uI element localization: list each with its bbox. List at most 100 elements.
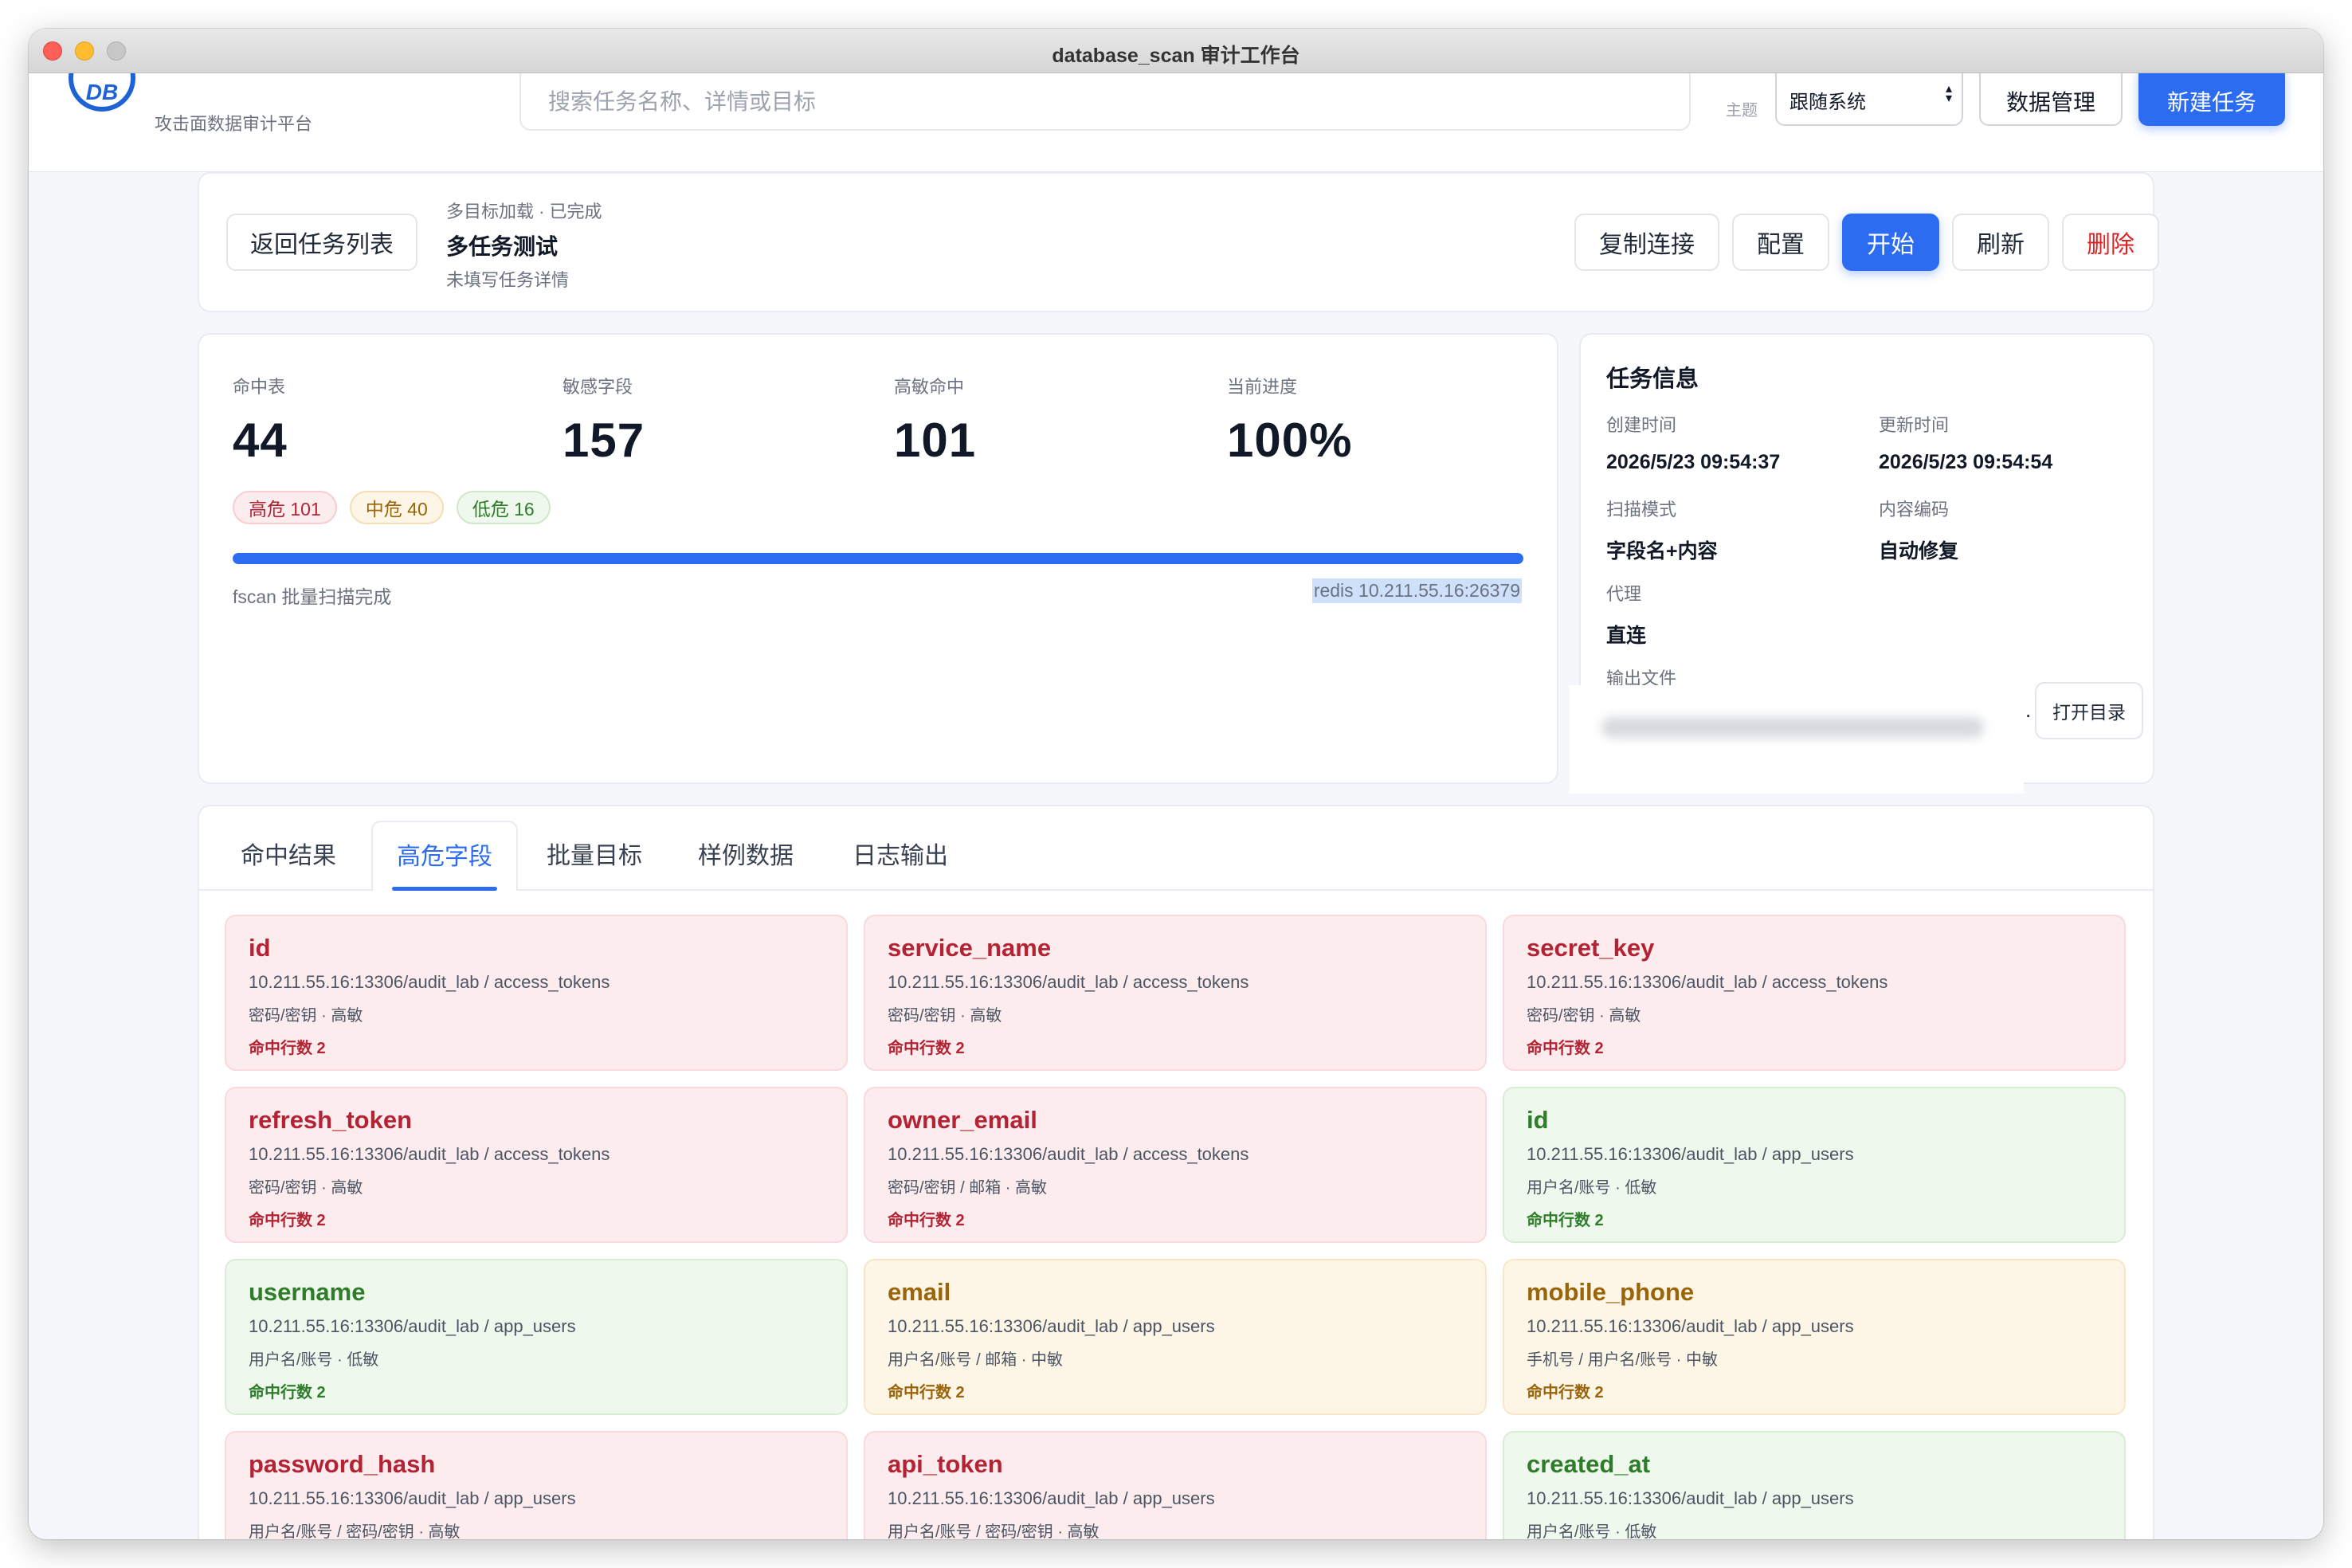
search-placeholder: 搜索任务名称、详情或目标 <box>548 89 817 114</box>
field-path: 10.211.55.16:13306/audit_lab / access_to… <box>888 1144 1249 1164</box>
field-path: 10.211.55.16:13306/audit_lab / app_users <box>1527 1488 1854 1508</box>
stat-label: 当前进度 <box>1227 377 1298 397</box>
refresh-button[interactable]: 刷新 <box>1952 214 2049 271</box>
stat-label: 高敏命中 <box>894 377 965 397</box>
tab-label: 高危字段 <box>397 844 492 870</box>
task-title: 多任务测试 <box>446 234 559 259</box>
field-type: 密码/密钥 / 邮箱 · 高敏 <box>888 1179 1047 1197</box>
field-type: 用户名/账号 · 低敏 <box>249 1351 379 1369</box>
new-task-button[interactable]: 新建任务 <box>2138 73 2285 126</box>
field-hit-count: 命中行数 2 <box>1527 1384 1604 1401</box>
stat-progress: 当前进度 100% <box>1227 373 1352 468</box>
field-path: 10.211.55.16:13306/audit_lab / access_to… <box>249 972 610 992</box>
output-file-path-redacted <box>1570 685 2024 794</box>
field-name: mobile_phone <box>1527 1278 1695 1306</box>
field-name: service_name <box>888 934 1052 962</box>
created-time-label: 创建时间 <box>1606 415 1677 435</box>
field-type: 密码/密钥 · 高敏 <box>888 1007 1002 1025</box>
field-card[interactable]: id 10.211.55.16:13306/audit_lab / access_… <box>225 915 848 1071</box>
created-time: 创建时间 2026/5/23 09:54:37 <box>1606 411 1780 474</box>
field-name: owner_email <box>888 1106 1037 1134</box>
scan-mode: 扫描模式 字段名+内容 <box>1606 496 1718 564</box>
field-name: refresh_token <box>249 1106 413 1134</box>
delete-button[interactable]: 删除 <box>2062 214 2159 271</box>
data-manage-button[interactable]: 数据管理 <box>1979 73 2123 126</box>
stat-label: 命中表 <box>233 377 286 397</box>
progress-current-target: redis 10.211.55.16:26379 <box>1311 578 1522 603</box>
proxy: 代理 直连 <box>1606 580 1646 649</box>
title-bar: database_scan 审计工作台 <box>29 29 2323 73</box>
field-name: id <box>1527 1106 1549 1134</box>
field-card[interactable]: created_at 10.211.55.16:13306/audit_lab /… <box>1503 1431 2126 1539</box>
low-risk-badge: 低危 16 <box>456 491 551 524</box>
config-button[interactable]: 配置 <box>1732 214 1829 271</box>
progress-bar <box>233 553 1523 564</box>
field-path: 10.211.55.16:13306/audit_lab / access_to… <box>888 972 1249 992</box>
tab-hit-results[interactable]: 命中结果 <box>225 821 352 891</box>
proxy-value: 直连 <box>1606 625 1647 647</box>
field-hit-count: 命中行数 2 <box>888 1212 965 1229</box>
select-arrows-icon: ▴ ▾ <box>1945 82 1952 105</box>
field-card[interactable]: service_name 10.211.55.16:13306/audit_lab… <box>864 915 1487 1071</box>
copy-connection-button[interactable]: 复制连接 <box>1574 214 1719 271</box>
results-tabs: 命中结果 高危字段 批量目标 样例数据 日志输出 <box>199 806 2153 891</box>
field-hit-count: 命中行数 2 <box>249 1040 326 1057</box>
field-card[interactable]: owner_email 10.211.55.16:13306/audit_lab … <box>864 1087 1487 1243</box>
field-name: api_token <box>888 1450 1003 1478</box>
app-window: database_scan 审计工作台 DB 攻击面数据审计平台 搜索任务名称、… <box>29 29 2323 1539</box>
tab-high-risk-fields[interactable]: 高危字段 <box>371 821 518 891</box>
field-path: 10.211.55.16:13306/audit_lab / app_users <box>1527 1144 1854 1164</box>
stats-card: 命中表 44 敏感字段 157 高敏命中 101 当前进度 100% 高危 10… <box>198 333 1558 784</box>
field-card[interactable]: username 10.211.55.16:13306/audit_lab / a… <box>225 1259 848 1415</box>
field-hit-count: 命中行数 2 <box>888 1040 965 1057</box>
start-button[interactable]: 开始 <box>1842 214 1939 271</box>
results-card: 命中结果 高危字段 批量目标 样例数据 日志输出 id 10.211.55.16:… <box>198 805 2154 1539</box>
updated-time: 更新时间 2026/5/23 09:54:54 <box>1879 411 2052 474</box>
task-info-card: 任务信息 创建时间 2026/5/23 09:54:37 更新时间 2026/5… <box>1570 333 2154 794</box>
task-info-title: 任务信息 <box>1606 367 1699 392</box>
field-path: 10.211.55.16:13306/audit_lab / app_users <box>249 1316 576 1336</box>
task-header-card: 返回任务列表 多目标加载 · 已完成 多任务测试 未填写任务详情 复制连接 配置… <box>198 172 2159 312</box>
top-bar: DB 攻击面数据审计平台 搜索任务名称、详情或目标 主题 跟随系统 ▴ ▾ 数据管… <box>29 73 2323 172</box>
field-card[interactable]: refresh_token 10.211.55.16:13306/audit_la… <box>225 1087 848 1243</box>
search-input[interactable]: 搜索任务名称、详情或目标 <box>519 73 1691 131</box>
field-card[interactable]: email 10.211.55.16:13306/audit_lab / app_… <box>864 1259 1487 1415</box>
field-type: 用户名/账号 · 低敏 <box>1527 1179 1657 1197</box>
risk-badges: 高危 101 中危 40 低危 16 <box>233 491 551 524</box>
progress-bar-fill <box>233 553 1523 564</box>
field-path: 10.211.55.16:13306/audit_lab / app_users <box>1527 1316 1854 1336</box>
field-card[interactable]: mobile_phone 10.211.55.16:13306/audit_lab… <box>1503 1259 2126 1415</box>
theme-select[interactable]: 跟随系统 ▴ ▾ <box>1775 73 1963 126</box>
created-time-value: 2026/5/23 09:54:37 <box>1606 451 1781 473</box>
field-card[interactable]: api_token 10.211.55.16:13306/audit_lab / … <box>864 1431 1487 1539</box>
back-to-tasks-button[interactable]: 返回任务列表 <box>226 214 417 271</box>
field-card[interactable]: password_hash 10.211.55.16:13306/audit_la… <box>225 1431 848 1539</box>
high-risk-badge: 高危 101 <box>233 491 337 524</box>
field-type: 用户名/账号 / 密码/密钥 · 高敏 <box>888 1523 1100 1539</box>
field-card[interactable]: id 10.211.55.16:13306/audit_lab / app_use… <box>1503 1087 2126 1243</box>
field-card[interactable]: secret_key 10.211.55.16:13306/audit_lab /… <box>1503 915 2126 1071</box>
stat-value: 44 <box>233 414 288 467</box>
active-tab-indicator <box>392 887 497 891</box>
content-encoding: 内容编码 自动修复 <box>1879 496 1958 564</box>
task-meta: 多目标加载 · 已完成 <box>446 202 602 221</box>
field-type: 用户名/账号 / 密码/密钥 · 高敏 <box>249 1523 461 1539</box>
field-hit-count: 命中行数 2 <box>249 1384 326 1401</box>
field-path: 10.211.55.16:13306/audit_lab / app_users <box>888 1316 1215 1336</box>
field-path: 10.211.55.16:13306/audit_lab / app_users <box>249 1488 576 1508</box>
field-path: 10.211.55.16:13306/audit_lab / app_users <box>888 1488 1215 1508</box>
field-hit-count: 命中行数 2 <box>1527 1212 1604 1229</box>
field-name: email <box>888 1278 951 1306</box>
stat-high-sensitive: 高敏命中 101 <box>894 373 976 468</box>
tab-sample-data[interactable]: 样例数据 <box>682 821 809 891</box>
field-path: 10.211.55.16:13306/audit_lab / access_to… <box>1527 972 1888 992</box>
redacted-path <box>1601 717 1984 738</box>
updated-time-label: 更新时间 <box>1879 415 1950 435</box>
tab-batch-targets[interactable]: 批量目标 <box>531 821 658 891</box>
open-directory-button[interactable]: 打开目录 <box>2035 682 2143 739</box>
field-hit-count: 命中行数 2 <box>888 1384 965 1401</box>
field-hit-count: 命中行数 2 <box>249 1212 326 1229</box>
tab-log-output[interactable]: 日志输出 <box>837 821 964 891</box>
scan-mode-label: 扫描模式 <box>1606 500 1677 519</box>
field-type: 用户名/账号 · 低敏 <box>1527 1523 1657 1539</box>
